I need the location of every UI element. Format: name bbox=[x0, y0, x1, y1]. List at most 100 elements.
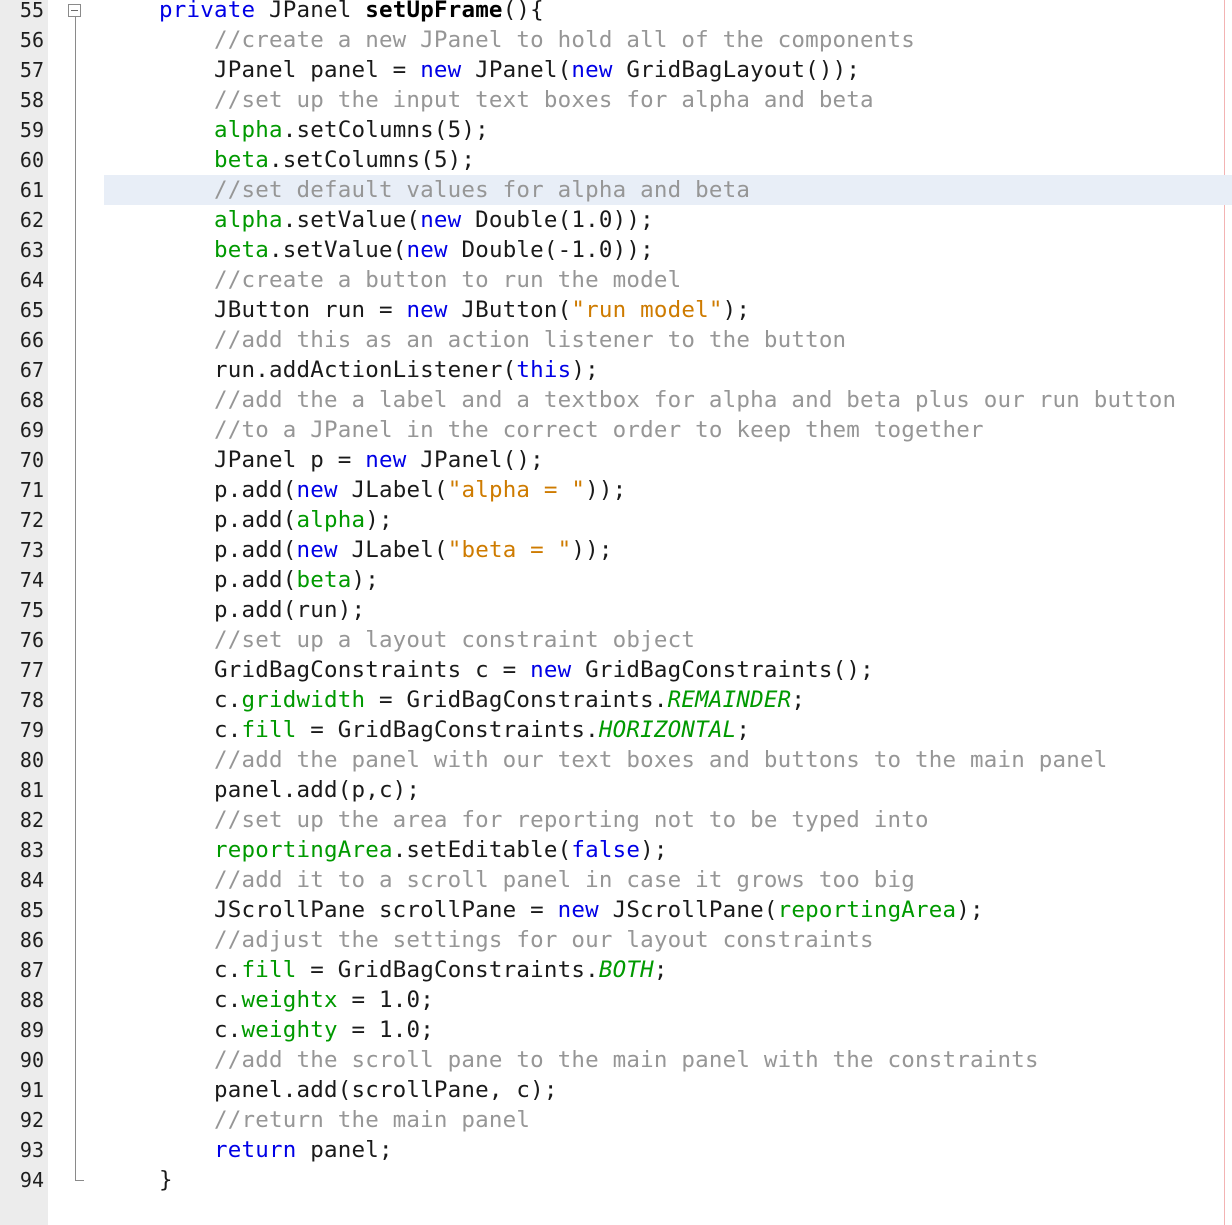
code-text[interactable]: //set default values for alpha and beta bbox=[104, 175, 750, 205]
code-token-default: c. bbox=[213, 717, 242, 743]
code-text[interactable]: //set up the area for reporting not to b… bbox=[104, 805, 929, 835]
code-line[interactable]: 81 panel.add(p,c); bbox=[0, 775, 1232, 805]
code-line[interactable]: 87 c.fill = GridBagConstraints.BOTH; bbox=[0, 955, 1232, 985]
code-line[interactable]: 92 //return the main panel bbox=[0, 1105, 1232, 1135]
code-token-method-bold: setUpFrame bbox=[365, 0, 503, 23]
code-text[interactable]: p.add(beta); bbox=[104, 565, 379, 595]
code-text[interactable]: beta.setValue(new Double(-1.0)); bbox=[104, 235, 654, 265]
code-line[interactable]: 72 p.add(alpha); bbox=[0, 505, 1232, 535]
code-line[interactable]: 60 beta.setColumns(5); bbox=[0, 145, 1232, 175]
code-token-default: Double(-1.0)); bbox=[447, 237, 654, 263]
code-text[interactable]: //set up a layout constraint object bbox=[104, 625, 695, 655]
code-text[interactable]: //create a new JPanel to hold all of the… bbox=[104, 25, 915, 55]
line-number: 88 bbox=[19, 988, 44, 1012]
code-line[interactable]: 61 //set default values for alpha and be… bbox=[0, 175, 1232, 205]
code-line[interactable]: 80 //add the panel with our text boxes a… bbox=[0, 745, 1232, 775]
code-line[interactable]: 76 //set up a layout constraint object bbox=[0, 625, 1232, 655]
code-text[interactable]: p.add(run); bbox=[104, 595, 365, 625]
code-line[interactable]: 73 p.add(new JLabel("beta = ")); bbox=[0, 535, 1232, 565]
code-token-default: )); bbox=[571, 537, 613, 563]
code-token-field: beta bbox=[213, 237, 269, 263]
code-text[interactable]: c.gridwidth = GridBagConstraints.REMAIND… bbox=[104, 685, 805, 715]
code-line[interactable]: 79 c.fill = GridBagConstraints.HORIZONTA… bbox=[0, 715, 1232, 745]
code-text[interactable]: //adjust the settings for our layout con… bbox=[104, 925, 874, 955]
code-line[interactable]: 69 //to a JPanel in the correct order to… bbox=[0, 415, 1232, 445]
code-line[interactable]: 62 alpha.setValue(new Double(1.0)); bbox=[0, 205, 1232, 235]
code-text[interactable]: alpha.setColumns(5); bbox=[104, 115, 489, 145]
code-text[interactable]: } bbox=[104, 1165, 173, 1195]
code-text[interactable]: run.addActionListener(this); bbox=[104, 355, 599, 385]
code-text[interactable]: //to a JPanel in the correct order to ke… bbox=[104, 415, 984, 445]
code-line[interactable]: 85 JScrollPane scrollPane = new JScrollP… bbox=[0, 895, 1232, 925]
code-line[interactable]: 91 panel.add(scrollPane, c); bbox=[0, 1075, 1232, 1105]
code-line[interactable]: 75 p.add(run); bbox=[0, 595, 1232, 625]
code-line[interactable]: 64 //create a button to run the model bbox=[0, 265, 1232, 295]
code-line[interactable]: 86 //adjust the settings for our layout … bbox=[0, 925, 1232, 955]
code-token-static-italic: BOTH bbox=[598, 957, 654, 983]
code-line[interactable]: 56 //create a new JPanel to hold all of … bbox=[0, 25, 1232, 55]
code-line[interactable]: 63 beta.setValue(new Double(-1.0)); bbox=[0, 235, 1232, 265]
code-line[interactable]: 67 run.addActionListener(this); bbox=[0, 355, 1232, 385]
code-text[interactable]: panel.add(scrollPane, c); bbox=[104, 1075, 558, 1105]
code-text[interactable]: JScrollPane scrollPane = new JScrollPane… bbox=[104, 895, 984, 925]
line-number: 75 bbox=[19, 598, 44, 622]
code-token-default: ; bbox=[736, 717, 751, 743]
code-text[interactable]: c.weightx = 1.0; bbox=[104, 985, 434, 1015]
code-text[interactable]: c.fill = GridBagConstraints.BOTH; bbox=[104, 955, 668, 985]
code-text[interactable]: //add it to a scroll panel in case it gr… bbox=[104, 865, 915, 895]
code-text[interactable]: //add this as an action listener to the … bbox=[104, 325, 846, 355]
code-line[interactable]: 55 private JPanel setUpFrame(){ bbox=[0, 0, 1232, 25]
code-token-keyword: new bbox=[530, 657, 572, 683]
line-number: 82 bbox=[19, 808, 44, 832]
code-line[interactable]: 74 p.add(beta); bbox=[0, 565, 1232, 595]
code-line[interactable]: 71 p.add(new JLabel("alpha = ")); bbox=[0, 475, 1232, 505]
code-text[interactable]: c.fill = GridBagConstraints.HORIZONTAL; bbox=[104, 715, 750, 745]
code-text[interactable]: p.add(new JLabel("alpha = ")); bbox=[104, 475, 626, 505]
code-text[interactable]: return panel; bbox=[104, 1135, 393, 1165]
code-text[interactable]: //set up the input text boxes for alpha … bbox=[104, 85, 874, 115]
code-text[interactable]: panel.add(p,c); bbox=[104, 775, 420, 805]
code-line[interactable]: 94 } bbox=[0, 1165, 1232, 1195]
code-text[interactable]: //add the a label and a textbox for alph… bbox=[104, 385, 1176, 415]
code-editor[interactable]: 55 private JPanel setUpFrame(){56 //crea… bbox=[0, 0, 1232, 1225]
line-number: 66 bbox=[19, 328, 44, 352]
code-text[interactable]: reportingArea.setEditable(false); bbox=[104, 835, 668, 865]
code-text[interactable]: c.weighty = 1.0; bbox=[104, 1015, 434, 1045]
code-line[interactable]: 78 c.gridwidth = GridBagConstraints.REMA… bbox=[0, 685, 1232, 715]
code-line[interactable]: 90 //add the scroll pane to the main pan… bbox=[0, 1045, 1232, 1075]
code-text[interactable]: p.add(new JLabel("beta = ")); bbox=[104, 535, 613, 565]
code-line[interactable]: 89 c.weighty = 1.0; bbox=[0, 1015, 1232, 1045]
code-text[interactable]: beta.setColumns(5); bbox=[104, 145, 475, 175]
code-line[interactable]: 77 GridBagConstraints c = new GridBagCon… bbox=[0, 655, 1232, 685]
line-number: 70 bbox=[19, 448, 44, 472]
code-token-field: reportingArea bbox=[213, 837, 393, 863]
line-number: 90 bbox=[19, 1048, 44, 1072]
code-line[interactable]: 57 JPanel panel = new JPanel(new GridBag… bbox=[0, 55, 1232, 85]
code-text[interactable]: p.add(alpha); bbox=[104, 505, 393, 535]
code-text[interactable]: JPanel panel = new JPanel(new GridBagLay… bbox=[104, 55, 860, 85]
code-line[interactable]: 88 c.weightx = 1.0; bbox=[0, 985, 1232, 1015]
code-line[interactable]: 83 reportingArea.setEditable(false); bbox=[0, 835, 1232, 865]
code-text[interactable]: GridBagConstraints c = new GridBagConstr… bbox=[104, 655, 874, 685]
code-line[interactable]: 70 JPanel p = new JPanel(); bbox=[0, 445, 1232, 475]
code-line[interactable]: 84 //add it to a scroll panel in case it… bbox=[0, 865, 1232, 895]
code-text[interactable]: private JPanel setUpFrame(){ bbox=[104, 0, 544, 25]
code-text[interactable]: JPanel p = new JPanel(); bbox=[104, 445, 544, 475]
code-line[interactable]: 93 return panel; bbox=[0, 1135, 1232, 1165]
code-text[interactable]: //create a button to run the model bbox=[104, 265, 681, 295]
code-text[interactable]: alpha.setValue(new Double(1.0)); bbox=[104, 205, 654, 235]
code-line[interactable]: 59 alpha.setColumns(5); bbox=[0, 115, 1232, 145]
code-line[interactable]: 82 //set up the area for reporting not t… bbox=[0, 805, 1232, 835]
code-line[interactable]: 68 //add the a label and a textbox for a… bbox=[0, 385, 1232, 415]
code-text[interactable]: JButton run = new JButton("run model"); bbox=[104, 295, 750, 325]
code-text[interactable]: //return the main panel bbox=[104, 1105, 530, 1135]
code-line[interactable]: 66 //add this as an action listener to t… bbox=[0, 325, 1232, 355]
code-text[interactable]: //add the panel with our text boxes and … bbox=[104, 745, 1107, 775]
code-line[interactable]: 65 JButton run = new JButton("run model"… bbox=[0, 295, 1232, 325]
code-text[interactable]: //add the scroll pane to the main panel … bbox=[104, 1045, 1039, 1075]
code-line[interactable]: 58 //set up the input text boxes for alp… bbox=[0, 85, 1232, 115]
